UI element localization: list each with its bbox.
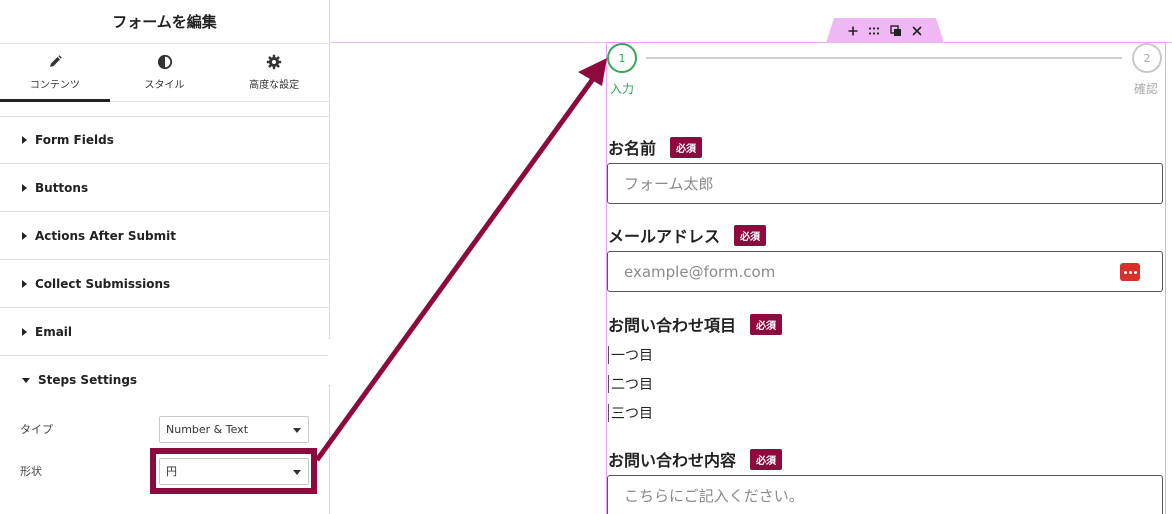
step-type-select[interactable]: Number & Text (159, 415, 309, 443)
chevron-down-icon (293, 427, 301, 433)
email-field-label: メールアドレス 必須 (608, 223, 767, 247)
widget-toolbar (826, 18, 944, 43)
step-1-label: 入力 (610, 82, 635, 96)
email-placeholder: example@form.com (624, 262, 776, 281)
section-actions-after-submit[interactable]: Actions After Submit (0, 212, 329, 260)
step-progress-line (646, 57, 1122, 59)
step-shape-label: 形状 (20, 465, 42, 478)
tab-content[interactable]: コンテンツ (0, 44, 110, 102)
email-input[interactable]: example@form.com (607, 251, 1163, 292)
password-manager-icon[interactable] (1120, 263, 1140, 281)
pencil-icon (49, 55, 62, 67)
section-label: Actions After Submit (35, 228, 176, 243)
section-email[interactable]: Email (0, 308, 329, 356)
inquiry-option-3[interactable]: 三つ目 (608, 403, 653, 423)
panel-tabs: コンテンツ スタイル 高度な設定 (0, 44, 329, 102)
tab-style-label: スタイル (144, 80, 185, 91)
required-badge: 必須 (750, 448, 783, 470)
step-2-number: 2 (1143, 51, 1151, 65)
option-label: 二つ目 (611, 377, 653, 393)
inquiry-label-text: お問い合わせ項目 (608, 316, 737, 335)
section-label: Collect Submissions (35, 276, 171, 291)
section-collect-submissions[interactable]: Collect Submissions (0, 260, 329, 308)
tab-advanced-label: 高度な設定 (249, 80, 300, 91)
drag-handle-icon[interactable] (868, 25, 880, 37)
step-1-circle: 1 (607, 43, 637, 73)
caret-right-icon (22, 279, 27, 288)
option-label: 三つ目 (611, 406, 653, 422)
tab-advanced[interactable]: 高度な設定 (219, 44, 329, 101)
option-label: 一つ目 (611, 348, 653, 364)
name-placeholder: フォーム太郎 (624, 175, 714, 193)
name-label-text: お名前 (608, 139, 657, 158)
step-1-number: 1 (618, 51, 626, 65)
step-2-circle: 2 (1132, 43, 1162, 73)
message-placeholder: こちらにご記入ください。 (624, 487, 804, 505)
message-field-label: お問い合わせ内容 必須 (608, 447, 783, 471)
message-textarea[interactable]: こちらにご記入ください。 (607, 475, 1163, 514)
name-input[interactable]: フォーム太郎 (607, 163, 1163, 204)
panel-header: フォームを編集 (0, 0, 329, 44)
required-badge: 必須 (734, 224, 767, 246)
duplicate-icon[interactable] (890, 24, 902, 37)
step-type-value: Number & Text (166, 422, 249, 436)
inquiry-option-2[interactable]: 二つ目 (608, 374, 653, 394)
required-badge: 必須 (750, 313, 783, 335)
inquiry-field-label: お問い合わせ項目 必須 (608, 312, 783, 336)
section-label: Email (35, 324, 73, 339)
plus-icon[interactable] (847, 25, 859, 37)
email-label-text: メールアドレス (608, 227, 721, 246)
panel-title: フォームを編集 (112, 13, 217, 31)
section-form-fields[interactable]: Form Fields (0, 116, 329, 164)
close-icon[interactable] (911, 25, 923, 37)
caret-right-icon (22, 327, 27, 336)
step-type-label: タイプ (20, 423, 53, 436)
control-step-type: タイプ Number & Text (0, 409, 330, 449)
message-label-text: お問い合わせ内容 (608, 451, 737, 470)
section-steps-settings[interactable]: Steps Settings (0, 356, 329, 404)
editor-panel: フォームを編集 コンテンツ スタイル 高度な設定 Form Fields But… (0, 0, 330, 514)
half-circle-icon (157, 54, 172, 70)
section-label: Buttons (35, 180, 89, 195)
caret-right-icon (22, 183, 27, 192)
caret-right-icon (22, 231, 27, 240)
caret-down-icon (22, 377, 30, 383)
inquiry-option-1[interactable]: 一つ目 (608, 345, 653, 365)
settings-sections: Form Fields Buttons Actions After Submit… (0, 116, 329, 404)
tab-content-label: コンテンツ (29, 80, 80, 91)
section-buttons[interactable]: Buttons (0, 164, 329, 212)
section-label: Form Fields (35, 133, 114, 147)
annotation-highlight-box (150, 448, 317, 494)
required-badge: 必須 (670, 136, 703, 158)
gear-icon (266, 54, 282, 70)
caret-right-icon (22, 136, 27, 144)
name-field-label: お名前 必須 (608, 135, 703, 159)
section-label: Steps Settings (38, 373, 138, 387)
step-2-label: 確認 (1134, 82, 1159, 96)
tab-style[interactable]: スタイル (110, 44, 220, 101)
